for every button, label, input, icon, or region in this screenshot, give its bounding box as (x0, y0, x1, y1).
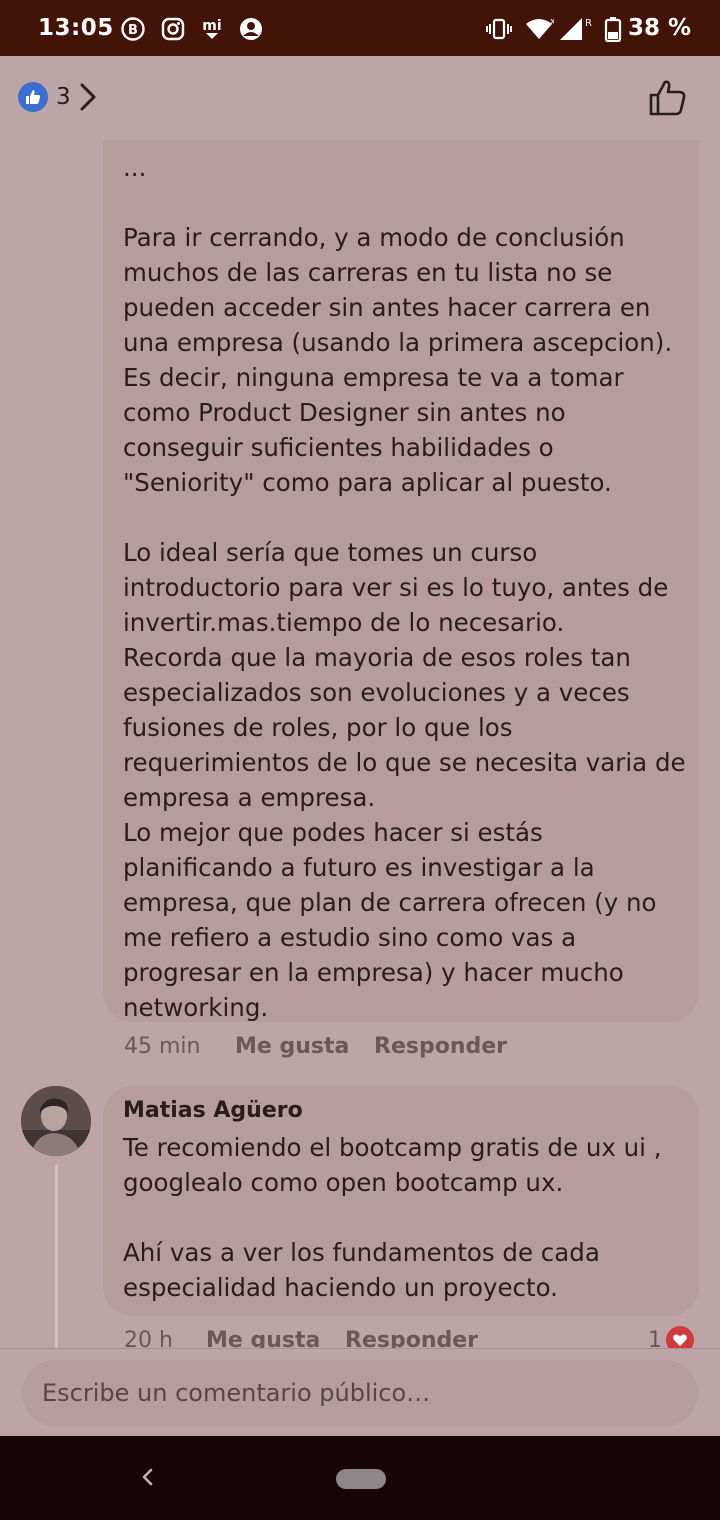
like-button[interactable]: Me gusta (235, 1034, 349, 1059)
svg-text:B: B (128, 23, 138, 38)
svg-text:x: x (550, 17, 554, 27)
comment-text: ... Para ir cerrando, y a modo de conclu… (123, 153, 686, 1022)
comment-composer-bar (0, 1348, 720, 1436)
comment-bubble: Matias Agüero Te recomiendo el bootcamp … (103, 1086, 699, 1316)
avatar[interactable] (21, 1086, 91, 1156)
comment-composer[interactable] (22, 1360, 698, 1426)
status-bar: 13:05 B mi x R 38 % (0, 0, 720, 56)
svg-text:R: R (585, 18, 592, 29)
mi-icon: mi (202, 18, 222, 39)
comment-text: Te recomiendo el bootcamp gratis de ux u… (123, 1133, 662, 1302)
battery-percent: 38 % (628, 15, 692, 41)
chevron-right-icon (80, 83, 96, 111)
wifi-icon: x (526, 17, 554, 39)
thumbs-up-badge-icon (18, 82, 48, 112)
back-icon[interactable] (136, 1462, 158, 1492)
vibrate-icon (486, 18, 512, 40)
navigation-bar (0, 1436, 720, 1520)
reactions-summary[interactable]: 3 (18, 80, 97, 114)
comment-time: 45 min (124, 1034, 201, 1059)
instagram-icon (161, 17, 185, 41)
person-alert-icon (240, 18, 262, 40)
battery-icon (604, 17, 622, 42)
signal-icon: R (560, 18, 592, 40)
home-pill[interactable] (336, 1469, 386, 1489)
status-time: 13:05 (38, 15, 114, 41)
thumbs-up-outline-icon[interactable] (648, 78, 688, 118)
reply-button[interactable]: Responder (374, 1034, 507, 1059)
comment-author[interactable]: Matias Agüero (123, 1098, 303, 1123)
thread-line (55, 1165, 58, 1355)
svg-text:mi: mi (202, 18, 221, 34)
b-circle-icon: B (121, 17, 145, 41)
comment-input[interactable] (42, 1360, 682, 1426)
comment-bubble: ... Para ir cerrando, y a modo de conclu… (103, 140, 699, 1022)
reaction-count: 3 (56, 84, 71, 110)
